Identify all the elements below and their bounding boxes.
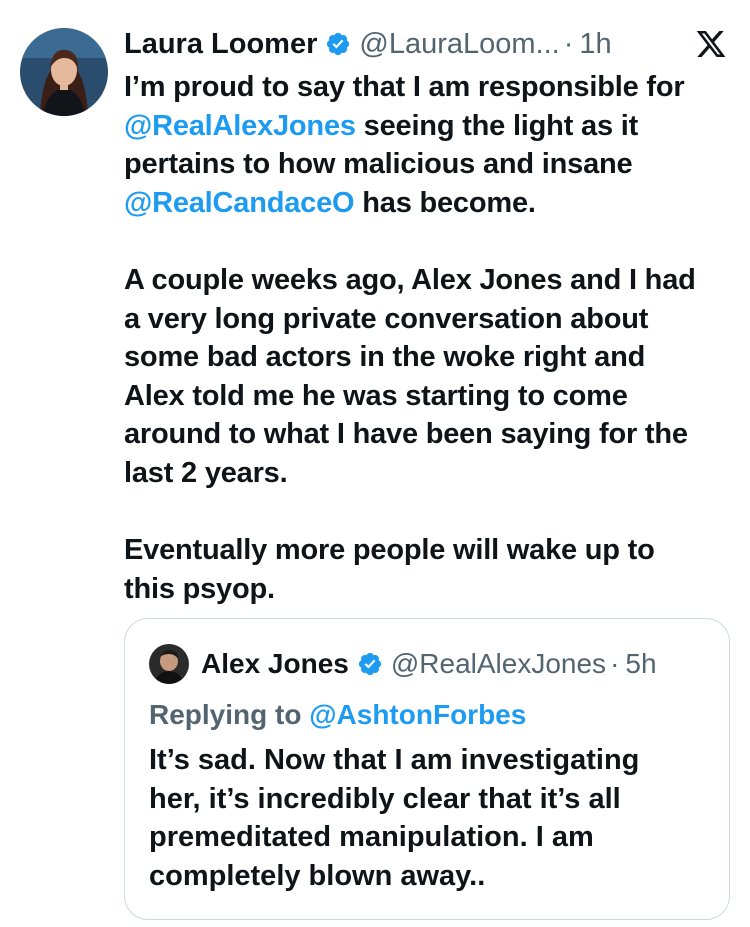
tweet: Laura Loomer @LauraLoom... · 1h I’m prou… — [0, 0, 750, 927]
quoted-avatar-image — [149, 644, 189, 684]
quoted-tweet[interactable]: Alex Jones @RealAlexJones · 5h Replying … — [124, 618, 730, 920]
quoted-tweet-text: It’s sad. Now that I am investigating he… — [149, 741, 709, 895]
mention-link[interactable]: @RealAlexJones — [124, 110, 356, 142]
separator-dot: · — [563, 28, 574, 60]
author-handle[interactable]: @LauraLoom... — [359, 22, 559, 66]
text-line: @RealCandaceO has become. — [124, 186, 536, 219]
text-line: premeditated manipulation. I am — [149, 821, 594, 854]
text-line: some bad actors in the woke right and — [124, 341, 646, 374]
text-line: her, it’s incredibly clear that it’s all — [149, 782, 621, 815]
avatar[interactable] — [20, 28, 108, 116]
quoted-author-handle[interactable]: @RealAlexJones — [391, 648, 606, 680]
verified-badge-icon — [358, 652, 381, 676]
text-line: Alex told me he was starting to come — [124, 379, 628, 412]
author-name[interactable]: Laura Loomer — [124, 22, 317, 66]
mention-link[interactable]: @RealCandaceO — [124, 187, 355, 219]
text-line: I’m proud to say that I am responsible f… — [124, 71, 685, 103]
quoted-avatar — [149, 644, 189, 684]
text-line: It’s sad. Now that I am investigating — [149, 744, 640, 776]
quoted-author-name[interactable]: Alex Jones — [201, 648, 349, 680]
text-line: pertains to how malicious and insane — [124, 148, 633, 181]
replying-to-mention[interactable]: @AshtonForbes — [309, 699, 526, 730]
text-line: @RealAlexJones seeing the light as it — [124, 109, 639, 142]
x-logo-icon — [696, 31, 726, 57]
text-line: last 2 years. — [124, 456, 288, 489]
quoted-tweet-header: Alex Jones @RealAlexJones · 5h — [149, 643, 657, 685]
tweet-text: I’m proud to say that I am responsible f… — [124, 68, 734, 608]
timestamp[interactable]: 1h — [579, 22, 611, 66]
tweet-header: Laura Loomer @LauraLoom... · 1h — [124, 22, 612, 66]
quoted-timestamp[interactable]: 5h — [625, 648, 656, 680]
avatar-image — [20, 28, 108, 116]
separator-dot: · — [610, 648, 620, 679]
replying-to: Replying to @AshtonForbes — [149, 699, 527, 730]
text-line: this psyop. — [124, 572, 275, 605]
verified-badge-icon — [327, 32, 350, 56]
text-line: completely blown away.. — [149, 859, 486, 892]
text-line: around to what I have been saying for th… — [124, 418, 688, 451]
text-line: A couple weeks ago, Alex Jones and I had — [124, 263, 696, 296]
text-line: Eventually more people will wake up to — [124, 534, 655, 567]
text-line: a very long private conversation about — [124, 302, 649, 335]
